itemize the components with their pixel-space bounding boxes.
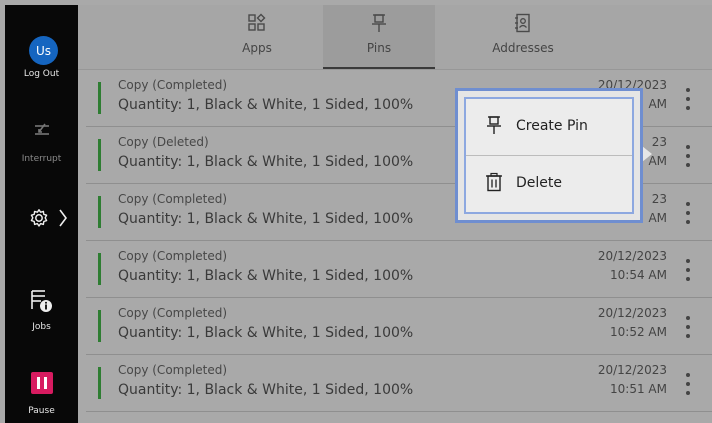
job-row[interactable]: Copy (Completed) Quantity: 1, Black & Wh…: [86, 241, 712, 298]
job-date: 20/12/2023: [597, 306, 667, 320]
job-title: Copy (Deleted): [118, 135, 209, 149]
context-menu: Create Pin Delete: [455, 88, 643, 223]
status-bar: [98, 310, 101, 342]
create-pin-label: Create Pin: [516, 118, 588, 134]
job-title: Copy (Completed): [118, 192, 228, 206]
job-row[interactable]: Copy (Completed) Quantity: 1, Black & Wh…: [86, 298, 712, 355]
job-time: 10:52 AM: [610, 325, 667, 339]
chevron-right-icon[interactable]: [58, 209, 68, 227]
job-title: Copy (Completed): [118, 249, 228, 263]
job-row[interactable]: Copy (Completed) Quantity: 1, Black & Wh…: [86, 355, 712, 412]
tab-bar: Apps Pins Addresses: [78, 5, 712, 70]
screen: Us Log Out Interrupt Jobs Pause Apps Pin…: [0, 0, 712, 423]
create-pin-menu-item[interactable]: Create Pin: [466, 99, 632, 155]
address-book-icon: [515, 13, 530, 33]
status-bar: [98, 253, 101, 285]
user-avatar[interactable]: Us: [29, 36, 58, 65]
pause-icon[interactable]: [31, 372, 53, 394]
job-detail: Quantity: 1, Black & White, 1 Sided, 100…: [118, 97, 414, 113]
job-detail: Quantity: 1, Black & White, 1 Sided, 100…: [118, 268, 414, 284]
tab-apps[interactable]: Apps: [209, 5, 305, 69]
status-bar: [98, 82, 101, 114]
job-date: 23: [651, 135, 667, 149]
delete-label: Delete: [516, 175, 562, 191]
job-time: AM: [648, 97, 667, 111]
more-options-icon[interactable]: [680, 312, 696, 342]
job-detail: Quantity: 1, Black & White, 1 Sided, 100…: [118, 154, 414, 170]
left-sidebar: Us Log Out Interrupt Jobs Pause: [5, 5, 78, 423]
more-options-icon[interactable]: [680, 141, 696, 171]
interrupt-icon[interactable]: [31, 119, 53, 141]
logout-label[interactable]: Log Out: [5, 69, 78, 79]
more-options-icon[interactable]: [680, 369, 696, 399]
job-title: Copy (Completed): [118, 78, 228, 92]
more-options-icon[interactable]: [680, 84, 696, 114]
job-detail: Quantity: 1, Black & White, 1 Sided, 100…: [118, 325, 414, 341]
pause-label[interactable]: Pause: [5, 406, 78, 416]
job-title: Copy (Completed): [118, 363, 228, 377]
tab-pins[interactable]: Pins: [323, 5, 435, 69]
job-time: 10:54 AM: [610, 268, 667, 282]
job-title: Copy (Completed): [118, 306, 228, 320]
status-bar: [98, 196, 101, 228]
jobs-label[interactable]: Jobs: [5, 322, 78, 332]
delete-menu-item[interactable]: Delete: [466, 156, 632, 212]
more-options-icon[interactable]: [680, 198, 696, 228]
pin-icon: [372, 14, 386, 32]
job-detail: Quantity: 1, Black & White, 1 Sided, 100…: [118, 211, 414, 227]
context-menu-inner: Create Pin Delete: [464, 97, 634, 214]
trash-icon: [486, 172, 502, 192]
job-time: 10:51 AM: [610, 382, 667, 396]
tab-addresses[interactable]: Addresses: [463, 5, 583, 69]
gear-icon[interactable]: [29, 208, 49, 228]
status-bar: [98, 367, 101, 399]
status-bar: [98, 139, 101, 171]
apps-icon: [248, 13, 266, 31]
interrupt-label: Interrupt: [21, 154, 62, 164]
tab-apps-label: Apps: [242, 41, 272, 55]
job-detail: Quantity: 1, Black & White, 1 Sided, 100…: [118, 382, 414, 398]
more-options-icon[interactable]: [680, 255, 696, 285]
pin-icon: [487, 116, 501, 134]
tab-addresses-label: Addresses: [492, 41, 554, 55]
job-date: 20/12/2023: [597, 249, 667, 263]
jobs-icon[interactable]: [29, 287, 55, 315]
popup-caret: [642, 146, 652, 162]
job-date: 23: [651, 192, 667, 206]
job-time: AM: [648, 211, 667, 225]
job-date: 20/12/2023: [597, 363, 667, 377]
tab-pins-label: Pins: [366, 41, 392, 55]
